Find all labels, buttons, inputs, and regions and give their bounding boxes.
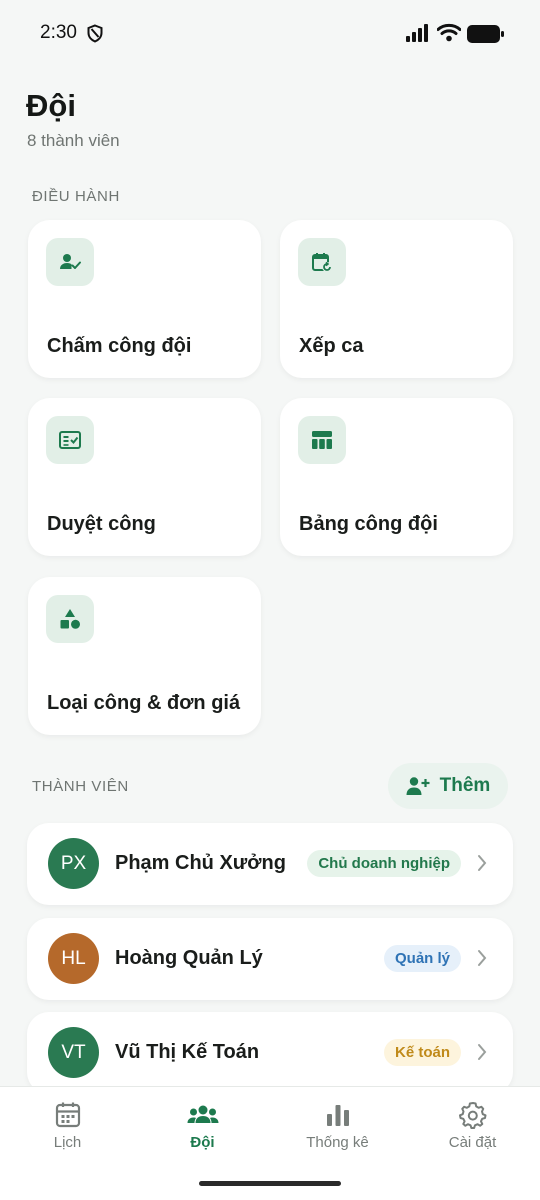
team-timesheet-card[interactable]: Bảng công đội	[280, 398, 513, 556]
add-member-label: Thêm	[439, 775, 491, 796]
nav-label: Thống kê	[306, 1134, 369, 1151]
team-icon	[187, 1105, 218, 1123]
op-label: Duyệt công	[47, 513, 156, 535]
nav-label: Đội	[190, 1134, 215, 1151]
signal-icon	[406, 24, 428, 42]
shield-icon	[87, 24, 103, 43]
member-row[interactable]: VT Vũ Thị Kế Toán Kế toán	[27, 1012, 513, 1094]
chevron-right-icon	[478, 855, 487, 871]
table-icon	[298, 416, 346, 464]
calendar-icon	[55, 1102, 80, 1128]
chevron-right-icon	[478, 950, 487, 966]
wifi-icon	[437, 23, 461, 42]
nav-label: Cài đặt	[448, 1134, 497, 1151]
role-badge: Quản lý	[383, 945, 461, 972]
op-label: Chấm công đội	[47, 335, 192, 357]
status-bar: 2:30	[0, 0, 540, 68]
bar-chart-icon	[326, 1105, 349, 1126]
member-name: Phạm Chủ Xưởng	[115, 852, 286, 874]
calendar-refresh-icon	[298, 238, 346, 286]
nav-label: Lịch	[53, 1134, 82, 1151]
member-row[interactable]: PX Phạm Chủ Xưởng Chủ doanh nghiệp	[27, 823, 513, 905]
op-label: Bảng công đội	[299, 513, 438, 535]
approve-attendance-card[interactable]: Duyệt công	[28, 398, 261, 556]
member-name: Vũ Thị Kế Toán	[115, 1041, 260, 1063]
nav-item-team[interactable]: Đội	[135, 1101, 270, 1151]
person-check-icon	[46, 238, 94, 286]
nav-item-settings[interactable]: Cài đặt	[405, 1101, 540, 1151]
gear-icon	[458, 1102, 486, 1129]
nav-item-stats[interactable]: Thống kê	[270, 1101, 405, 1151]
person-add-icon	[406, 777, 430, 795]
member-name: Hoàng Quản Lý	[115, 947, 263, 969]
member-row[interactable]: HL Hoàng Quản Lý Quản lý	[27, 918, 513, 1000]
status-time: 2:30	[40, 22, 77, 43]
op-label: Loại công & đơn giá	[47, 692, 241, 714]
home-indicator	[199, 1181, 341, 1186]
add-member-button[interactable]: Thêm	[388, 763, 508, 809]
operations-section-label: ĐIỀU HÀNH	[32, 188, 120, 205]
shapes-icon	[46, 595, 94, 643]
member-count: 8 thành viên	[27, 131, 120, 150]
members-section-label: THÀNH VIÊN	[32, 778, 129, 795]
nav-item-calendar[interactable]: Lịch	[0, 1101, 135, 1151]
role-badge: Chủ doanh nghiệp	[307, 850, 461, 877]
work-types-rates-card[interactable]: Loại công & đơn giá	[28, 577, 261, 735]
team-attendance-card[interactable]: Chấm công đội	[28, 220, 261, 378]
checklist-icon	[46, 416, 94, 464]
avatar: HL	[48, 933, 99, 984]
avatar: PX	[48, 838, 99, 889]
shift-schedule-card[interactable]: Xếp ca	[280, 220, 513, 378]
battery-icon	[467, 25, 504, 43]
avatar: VT	[48, 1027, 99, 1078]
role-badge: Kế toán	[383, 1039, 461, 1066]
op-label: Xếp ca	[299, 335, 364, 357]
chevron-right-icon	[478, 1044, 487, 1060]
page-title: Đội	[26, 88, 76, 123]
